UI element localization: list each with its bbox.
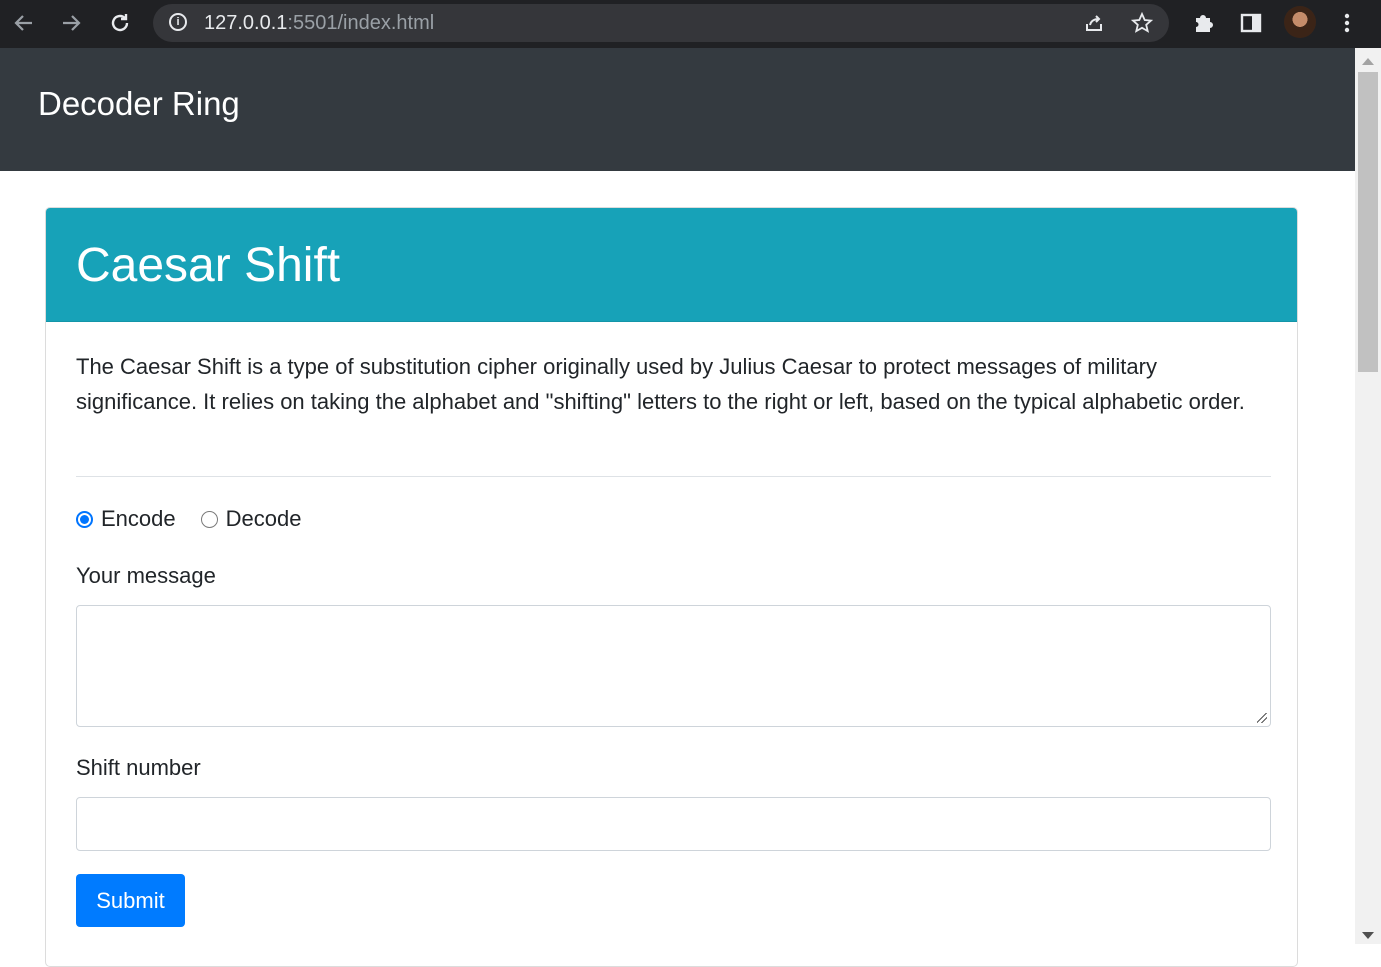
extensions-puzzle-icon[interactable] xyxy=(1188,8,1218,38)
scroll-down-arrow-icon[interactable] xyxy=(1362,932,1374,939)
forward-arrow-icon[interactable] xyxy=(54,6,88,40)
profile-avatar[interactable] xyxy=(1284,6,1316,38)
caesar-shift-card: Caesar Shift The Caesar Shift is a type … xyxy=(45,207,1298,967)
mode-radio-group: Encode Decode xyxy=(76,504,326,534)
brand-title[interactable]: Decoder Ring xyxy=(38,85,240,123)
browser-toolbar: i 127.0.0.1:5501/index.html xyxy=(0,0,1381,48)
url-host: 127.0.0.1 xyxy=(204,12,288,34)
url-text: 127.0.0.1:5501/index.html xyxy=(204,12,434,35)
resize-handle-icon[interactable] xyxy=(1257,713,1267,723)
back-arrow-icon[interactable] xyxy=(7,6,41,40)
reload-icon[interactable] xyxy=(103,6,137,40)
site-info-icon[interactable]: i xyxy=(169,13,187,31)
decode-radio[interactable] xyxy=(200,510,218,528)
share-icon[interactable] xyxy=(1081,10,1107,36)
scroll-up-arrow-icon[interactable] xyxy=(1362,58,1374,65)
address-bar[interactable]: i 127.0.0.1:5501/index.html xyxy=(153,4,1169,42)
url-path: :5501/index.html xyxy=(287,12,435,34)
submit-button[interactable]: Submit xyxy=(76,874,185,927)
encode-radio-label[interactable]: Encode xyxy=(101,506,176,532)
page-scrollbar[interactable] xyxy=(1355,48,1381,944)
shift-number-label: Shift number xyxy=(76,755,201,780)
decode-radio-label[interactable]: Decode xyxy=(226,506,302,532)
card-header: Caesar Shift xyxy=(46,208,1297,322)
side-panel-icon[interactable] xyxy=(1236,8,1266,38)
encode-radio[interactable] xyxy=(76,510,93,528)
card-title: Caesar Shift xyxy=(76,239,341,292)
shift-number-input[interactable] xyxy=(76,797,1271,851)
message-label: Your message xyxy=(76,563,216,588)
cipher-description: The Caesar Shift is a type of substituti… xyxy=(76,354,1245,414)
bookmark-star-icon[interactable] xyxy=(1129,10,1155,36)
message-textarea[interactable] xyxy=(76,605,1271,727)
scrollbar-thumb[interactable] xyxy=(1358,72,1378,372)
menu-kebab-icon[interactable] xyxy=(1332,8,1362,38)
divider xyxy=(76,476,1271,477)
site-navbar: Decoder Ring xyxy=(0,48,1355,171)
